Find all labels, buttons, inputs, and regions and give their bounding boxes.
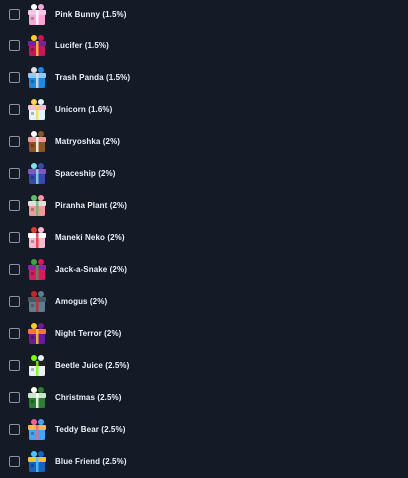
item-checkbox[interactable] (9, 9, 20, 20)
item-label: Jack-a-Snake (2%) (55, 264, 127, 274)
list-item[interactable]: Pink Bunny (1.5%) (0, 0, 408, 29)
item-label: Matryoshka (2%) (55, 136, 121, 146)
item-label: Teddy Bear (2.5%) (55, 424, 126, 434)
item-checkbox[interactable] (9, 327, 20, 339)
list-item[interactable]: Piranha Plant (2%) (0, 189, 408, 221)
spaceship-case-icon (25, 161, 50, 186)
beetle-juice-case-icon (25, 353, 50, 378)
item-label: Night Terror (2%) (55, 328, 122, 338)
item-label: Spaceship (2%) (55, 168, 116, 178)
item-checkbox[interactable] (9, 423, 20, 435)
item-checkbox[interactable] (9, 263, 20, 275)
item-checkbox[interactable] (9, 391, 20, 403)
item-checkbox[interactable] (9, 231, 20, 243)
list-item[interactable]: Spaceship (2%) (0, 157, 408, 189)
unicorn-case-icon (25, 97, 50, 122)
christmas-case-icon (25, 385, 50, 410)
trash-panda-case-icon (25, 65, 50, 90)
item-label: Piranha Plant (2%) (55, 200, 128, 210)
item-checkbox[interactable] (9, 359, 20, 371)
night-terror-case-icon (25, 321, 50, 346)
list-item[interactable]: Matryoshka (2%) (0, 125, 408, 157)
maneki-neko-case-icon (25, 225, 50, 250)
list-item[interactable]: Trash Panda (1.5%) (0, 61, 408, 93)
list-item[interactable]: Unicorn (1.6%) (0, 93, 408, 125)
item-label: Christmas (2.5%) (55, 392, 122, 402)
pink-bunny-case-icon (25, 2, 50, 27)
item-label: Beetle Juice (2.5%) (55, 360, 130, 370)
list-item[interactable]: Blue Friend (2.5%) (0, 445, 408, 477)
lucifer-case-icon (25, 33, 50, 58)
item-label: Lucifer (1.5%) (55, 40, 109, 50)
item-checkbox[interactable] (9, 103, 20, 115)
item-label: Maneki Neko (2%) (55, 232, 125, 242)
item-label: Trash Panda (1.5%) (55, 72, 131, 82)
teddy-bear-case-icon (25, 417, 50, 442)
item-checkbox[interactable] (9, 71, 20, 83)
item-checkbox[interactable] (9, 135, 20, 147)
list-item[interactable]: Jack-a-Snake (2%) (0, 253, 408, 285)
list-item[interactable]: Night Terror (2%) (0, 317, 408, 349)
item-checkbox[interactable] (9, 295, 20, 307)
item-label: Unicorn (1.6%) (55, 104, 113, 114)
item-checkbox[interactable] (9, 455, 20, 467)
item-label: Blue Friend (2.5%) (55, 456, 127, 466)
list-item[interactable]: Teddy Bear (2.5%) (0, 413, 408, 445)
jack-a-snake-case-icon (25, 257, 50, 282)
list-item[interactable]: Christmas (2.5%) (0, 381, 408, 413)
item-label: Pink Bunny (1.5%) (55, 10, 127, 19)
item-checkbox[interactable] (9, 199, 20, 211)
list-item[interactable]: Beetle Juice (2.5%) (0, 349, 408, 381)
item-checkbox[interactable] (9, 167, 20, 179)
piranha-plant-case-icon (25, 193, 50, 218)
blue-friend-case-icon (25, 449, 50, 474)
matryoshka-case-icon (25, 129, 50, 154)
list-item[interactable]: Lucifer (1.5%) (0, 29, 408, 61)
list-item[interactable]: Maneki Neko (2%) (0, 221, 408, 253)
item-checkbox[interactable] (9, 39, 20, 51)
list-item[interactable]: Amogus (2%) (0, 285, 408, 317)
amogus-case-icon (25, 289, 50, 314)
case-checklist: Pink Bunny (1.5%) Lucifer (1.5%) Trash Pan… (0, 0, 408, 478)
item-label: Amogus (2%) (55, 296, 108, 306)
